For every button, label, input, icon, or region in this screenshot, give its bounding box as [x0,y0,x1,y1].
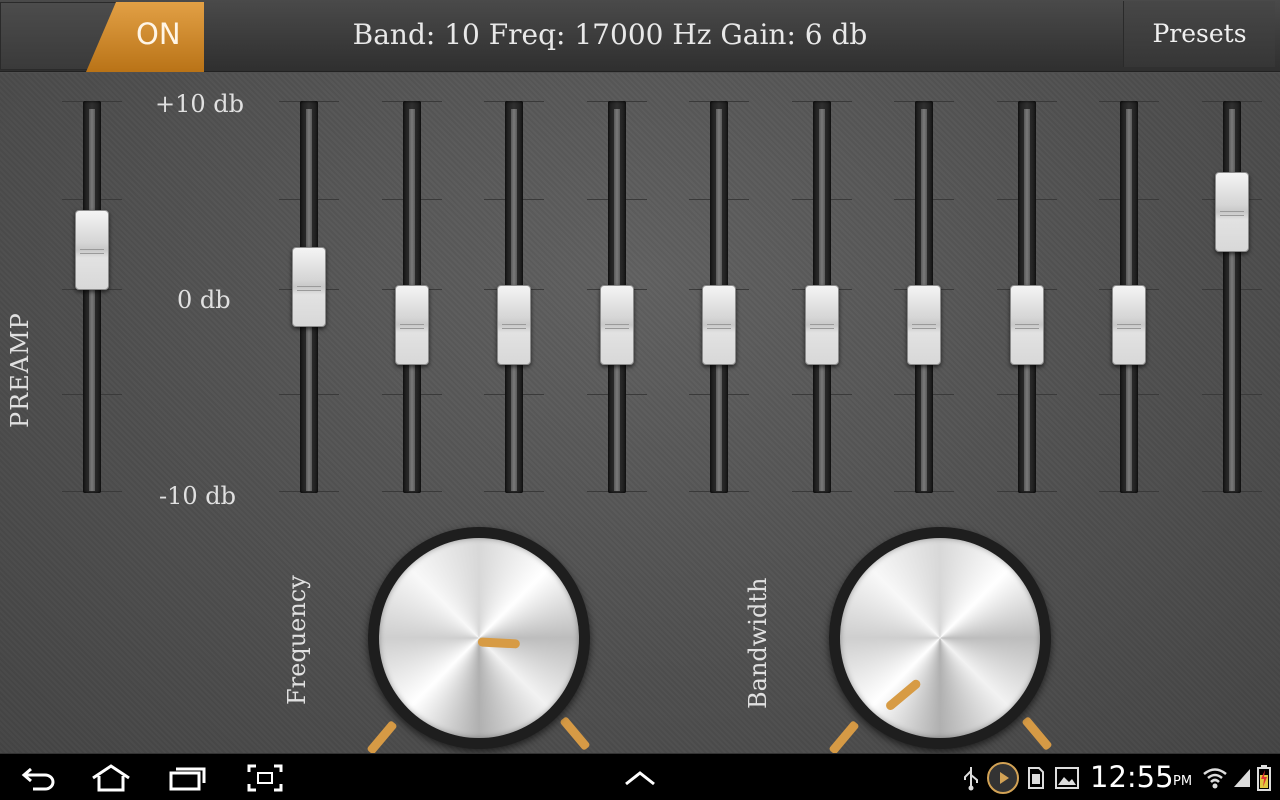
home-icon [92,764,130,792]
band-7-slider[interactable] [894,101,954,493]
band-4-slider[interactable] [586,101,647,493]
recent-apps-icon [169,767,206,791]
recent-apps-button[interactable] [162,760,212,796]
bandwidth-knob[interactable] [829,527,1051,749]
band-3-slider[interactable] [484,101,544,493]
up-chevron-icon [625,771,655,786]
up-chevron-button[interactable] [615,760,665,796]
slider-thumb[interactable] [702,285,736,365]
frequency-label: Frequency [283,575,311,705]
slider-thumb[interactable] [599,285,634,365]
slider-thumb[interactable] [394,285,429,365]
preamp-slider[interactable] [62,101,122,493]
presets-button[interactable]: Presets [1123,1,1275,67]
frequency-min-mark [366,720,398,755]
slider-thumb[interactable] [1214,172,1249,253]
slider-track [1222,101,1241,493]
media-play-icon[interactable] [986,761,1020,795]
band-5-slider[interactable] [689,101,749,493]
status-clock: 12:55 [1090,760,1174,794]
slider-track [83,101,101,493]
bandwidth-label: Bandwidth [744,577,772,709]
battery-icon [1256,764,1272,792]
slider-thumb[interactable] [907,285,941,365]
gallery-icon [1054,764,1080,792]
scale-mid-label: 0 db [177,286,231,314]
signal-icon [1232,764,1252,792]
screenshot-icon [247,764,283,792]
slider-thumb[interactable] [1112,285,1146,365]
preamp-label: PREAMP [6,312,34,428]
band-2-slider[interactable] [381,101,442,493]
wifi-icon [1202,764,1228,792]
band-status-text: Band: 10 Freq: 17000 Hz Gain: 6 db [352,18,868,51]
slider-thumb[interactable] [292,247,326,328]
frequency-max-mark [559,716,591,751]
power-toggle-label: ON [136,17,181,51]
band-8-slider[interactable] [996,101,1057,493]
slider-thumb[interactable] [804,285,839,365]
band-1-slider[interactable] [279,101,339,493]
band-9-slider[interactable] [1099,101,1159,493]
scale-bottom-label: -10 db [159,482,237,510]
slider-thumb[interactable] [1009,285,1044,365]
band-6-slider[interactable] [791,101,852,493]
usb-icon [960,764,982,792]
bandwidth-knob-face [840,538,1040,738]
screenshot-button[interactable] [240,760,290,796]
slider-thumb[interactable] [497,285,531,365]
back-button[interactable] [14,760,64,796]
home-button[interactable] [86,760,136,796]
back-icon [21,767,55,791]
bandwidth-min-mark [828,720,860,755]
bandwidth-max-mark [1021,716,1053,751]
sd-card-icon [1026,764,1046,792]
scale-top-label: +10 db [155,90,245,118]
band-10-slider[interactable] [1201,101,1262,493]
slider-thumb[interactable] [75,209,109,290]
status-clock-ampm: PM [1173,774,1193,789]
system-nav-bar: 12:55 PM [0,753,1280,800]
frequency-knob[interactable] [368,527,590,749]
equalizer-panel: PREAMP +10 db 0 db -10 db Frequency Band… [0,73,1280,755]
top-bar: ON Band: 10 Freq: 17000 Hz Gain: 6 db Pr… [0,0,1280,72]
